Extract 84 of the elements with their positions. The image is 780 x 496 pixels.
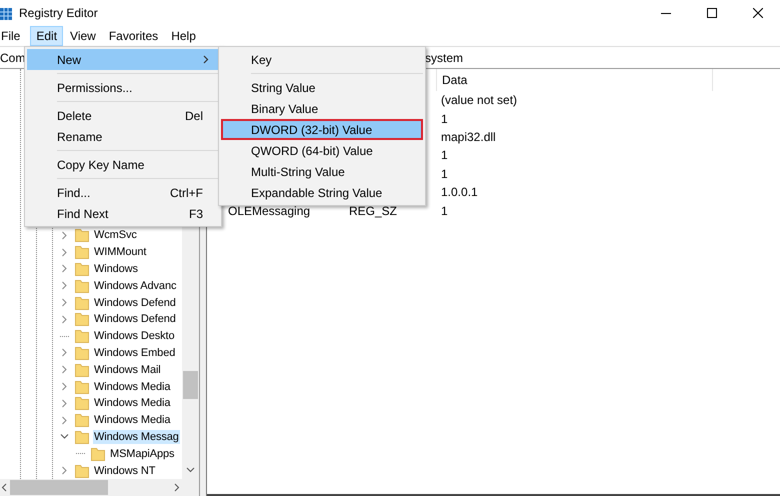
expand-chevron-icon[interactable] <box>60 382 69 392</box>
tree-item[interactable]: WIMMount <box>93 245 148 260</box>
window-title: Registry Editor <box>19 6 98 20</box>
registry-icon <box>0 6 12 20</box>
expand-chevron-icon[interactable] <box>60 230 69 240</box>
folder-icon <box>75 396 89 410</box>
menu-item[interactable]: Find... Ctrl+F <box>27 182 219 203</box>
tree-item[interactable]: Windows <box>93 262 139 276</box>
folder-icon <box>75 362 89 377</box>
menu-item[interactable]: View <box>64 26 102 46</box>
menu-item[interactable]: Key <box>221 49 423 70</box>
tree-item[interactable]: Windows Messag <box>93 430 180 444</box>
menu-item[interactable]: Rename <box>27 126 219 147</box>
tree-item[interactable]: Windows Deskto <box>93 329 176 344</box>
tree-item[interactable]: Windows Defend <box>93 312 177 326</box>
tree-item[interactable]: Windows NT <box>93 464 156 478</box>
value-name: OLEMessaging <box>228 204 310 218</box>
folder-icon <box>75 228 89 242</box>
folder-icon <box>75 262 89 276</box>
menu-item[interactable]: Binary Value <box>221 98 423 119</box>
scrollbar-thumb[interactable] <box>10 480 108 495</box>
tree-item[interactable]: Windows Media <box>93 396 172 410</box>
horizontal-scrollbar[interactable] <box>0 479 199 496</box>
expand-chevron-icon[interactable] <box>60 466 69 476</box>
menu-item[interactable]: String Value <box>221 77 423 98</box>
folder-icon <box>75 329 89 344</box>
value-data: mapi32.dll <box>441 130 496 144</box>
menu-item[interactable]: Multi-String Value <box>221 161 423 182</box>
column-header[interactable]: Data <box>436 69 713 91</box>
folder-icon <box>75 413 89 428</box>
menu-item[interactable]: New <box>27 49 219 70</box>
scroll-left-icon[interactable] <box>0 483 9 492</box>
expand-chevron-icon[interactable] <box>60 314 69 324</box>
menu-item[interactable]: Expandable String Value <box>221 182 423 203</box>
tree-item[interactable]: Windows Defend <box>93 296 177 310</box>
scrollbar-thumb[interactable] <box>183 371 198 399</box>
menu-item[interactable]: Permissions... <box>27 77 219 98</box>
tree-item[interactable]: WcmSvc <box>93 228 138 242</box>
maximize-icon[interactable] <box>707 8 717 18</box>
folder-icon <box>75 464 89 478</box>
tree-connector <box>60 336 69 337</box>
value-data: (value not set) <box>441 93 518 108</box>
expand-chevron-icon[interactable] <box>60 248 69 257</box>
expand-chevron-icon[interactable] <box>60 365 69 374</box>
expand-chevron-icon[interactable] <box>60 416 69 425</box>
expand-chevron-icon[interactable] <box>60 298 69 308</box>
tree-connector <box>76 453 85 454</box>
scroll-down-icon[interactable] <box>186 465 195 474</box>
folder-icon <box>75 312 89 326</box>
folder-icon <box>75 346 89 360</box>
expand-chevron-icon[interactable] <box>60 281 69 290</box>
folder-icon <box>75 278 89 293</box>
tree-item[interactable]: MSMapiApps <box>109 446 176 461</box>
menu-item[interactable]: Edit <box>30 26 64 46</box>
folder-icon <box>75 245 89 260</box>
expand-chevron-icon[interactable] <box>60 348 69 358</box>
scroll-right-icon[interactable] <box>172 483 181 492</box>
value-data: 1 <box>441 112 448 126</box>
expand-chevron-icon[interactable] <box>60 398 69 408</box>
tree-item[interactable]: Windows Advanc <box>93 278 178 293</box>
menu-item[interactable]: Favorites <box>102 26 164 46</box>
tree-item[interactable]: Windows Media <box>93 413 172 428</box>
tree-item[interactable]: Windows Media <box>93 380 172 394</box>
value-data: 1 <box>441 204 448 218</box>
menu-item[interactable]: File <box>0 26 26 46</box>
menu-item[interactable]: DWORD (32-bit) Value <box>221 119 423 140</box>
menu-item[interactable]: Delete Del <box>27 105 219 126</box>
value-data: 1 <box>441 148 448 162</box>
menu-item[interactable]: Find Next F3 <box>27 203 219 224</box>
folder-icon <box>91 446 105 461</box>
menu-item[interactable]: Help <box>165 26 202 46</box>
menu-item[interactable]: QWORD (64-bit) Value <box>221 140 423 161</box>
folder-icon <box>75 296 89 310</box>
close-icon[interactable] <box>753 8 763 18</box>
value-data: 1 <box>441 166 448 181</box>
collapse-chevron-icon[interactable] <box>60 432 69 442</box>
menu-item[interactable]: Copy Key Name <box>27 154 219 175</box>
value-type: REG_SZ <box>349 204 398 218</box>
folder-icon <box>75 380 89 394</box>
value-data: 1.0.0.1 <box>441 185 478 200</box>
tree-item[interactable]: Windows Mail <box>93 362 162 377</box>
expand-chevron-icon[interactable] <box>60 264 69 274</box>
folder-icon <box>75 430 89 444</box>
tree-item[interactable]: Windows Embed <box>93 346 176 360</box>
